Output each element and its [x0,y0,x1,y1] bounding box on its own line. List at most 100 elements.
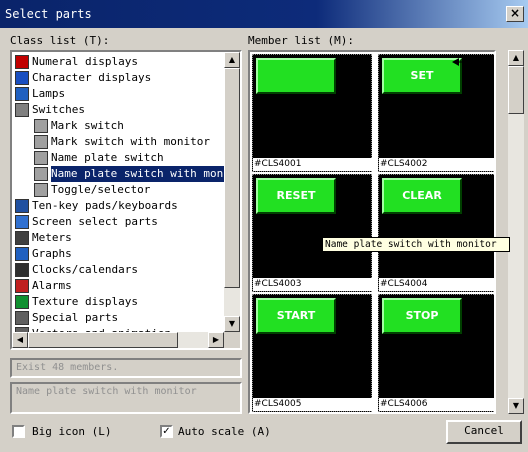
class-list-item[interactable]: Toggle/selector [12,182,222,198]
member-scroll-up-button[interactable]: ▲ [508,50,524,66]
checkmark-icon: ✓ [162,426,171,437]
class-list-item[interactable]: Numeral displays [12,54,222,70]
big-icon-label: Big icon (L) [32,425,112,438]
member-item[interactable]: #CLS4001 [252,54,372,172]
class-list[interactable]: Numeral displays Character displays Lamps S… [10,50,242,350]
nameplate-switch-preview [256,58,336,94]
class-list-item[interactable]: Special parts [12,310,222,326]
class-list-vscroll[interactable]: ▲ ▼ [224,52,240,332]
member-item[interactable]: START #CLS4005 [252,294,372,412]
arrow-right-icon: ▶ [212,335,220,344]
class-list-item[interactable]: Ten-key pads/keyboards [12,198,222,214]
class-list-item-label: Clocks/calendars [32,263,138,276]
class-list-item-label: Toggle/selector [51,183,151,196]
exist-members-field: Exist 48 members. [10,358,242,378]
screen-select-icon [15,215,29,229]
member-list-vscroll[interactable]: ▲ ▼ [508,50,524,414]
class-list-item[interactable]: Switches [12,102,222,118]
class-list-item[interactable]: Graphs [12,246,222,262]
lamp-icon [15,87,29,101]
class-list-item[interactable]: Name plate switch with moni [12,165,224,183]
member-scroll-thumb[interactable] [508,66,524,114]
big-icon-check[interactable] [12,425,25,438]
member-item[interactable]: RESET #CLS4003 [252,174,372,292]
member-list-label: Member list (M): [248,34,354,47]
auto-scale-label: Auto scale (A) [178,425,271,438]
graph-icon [15,247,29,261]
clock-icon [15,263,29,277]
class-tree[interactable]: Numeral displays Character displays Lamps S… [12,52,224,334]
nameplate-switch-preview: RESET [256,178,336,214]
class-list-item-label: Graphs [32,247,72,260]
class-list-item-label: Mark switch [51,119,124,132]
scroll-left-button[interactable]: ◀ [12,332,28,348]
auto-scale-checkbox[interactable]: ✓ Auto scale (A) [160,424,300,440]
class-list-item[interactable]: Texture displays [12,294,222,310]
arrow-up-icon: ▲ [512,53,520,62]
class-list-item[interactable]: Screen select parts [12,214,222,230]
scroll-right-button[interactable]: ▶ [208,332,224,348]
class-list-item-label: Alarms [32,279,72,292]
switch-icon [34,151,48,165]
cancel-button[interactable]: Cancel [446,420,522,444]
class-list-item-label: Mark switch with monitor [51,135,210,148]
arrow-left-icon: ◀ [16,335,24,344]
arrow-up-icon: ▲ [228,55,236,64]
class-list-item[interactable]: Mark switch with monitor [12,134,222,150]
scroll-down-button[interactable]: ▼ [224,316,240,332]
nameplate-switch-preview: START [256,298,336,334]
big-icon-checkbox[interactable]: Big icon (L) [12,424,152,440]
texture-icon [15,295,29,309]
switch-icon [34,167,48,181]
special-parts-icon [15,311,29,325]
switch-icon [34,183,48,197]
class-list-item[interactable]: Alarms [12,278,222,294]
switch-icon [34,119,48,133]
close-button[interactable]: × [506,6,524,22]
class-list-item[interactable]: Mark switch [12,118,222,134]
member-item[interactable]: STOP #CLS4006 [378,294,494,412]
member-id: #CLS4005 [253,398,372,411]
arrow-down-icon: ▼ [512,401,520,410]
title-bar: Select parts × [0,0,528,28]
member-scroll-down-button[interactable]: ▼ [508,398,524,414]
tooltip: Name plate switch with monitor [322,237,510,252]
meter-icon [15,231,29,245]
class-list-hscroll[interactable]: ◀ ▶ [12,332,224,348]
nameplate-switch-preview: SET [382,58,462,94]
class-list-item-label: Numeral displays [32,55,138,68]
auto-scale-check[interactable]: ✓ [160,425,173,438]
member-id: #CLS4002 [379,158,494,171]
member-item[interactable]: CLEAR #CLS4004 [378,174,494,292]
class-list-item[interactable]: Meters [12,230,222,246]
scroll-up-button[interactable]: ▲ [224,52,240,68]
pointer-arrow-icon [452,58,492,66]
class-list-item-label: Lamps [32,87,66,100]
hscroll-thumb[interactable] [28,332,178,348]
member-id: #CLS4001 [253,158,372,171]
character-display-icon [15,71,29,85]
keypad-icon [15,199,29,213]
scroll-thumb[interactable] [224,68,240,288]
alarm-icon [15,279,29,293]
class-list-item[interactable]: Clocks/calendars [12,262,222,278]
class-list-label: Class list (T): [10,34,110,47]
class-list-item[interactable]: Lamps [12,86,222,102]
nameplate-switch-preview: CLEAR [382,178,462,214]
member-id: #CLS4004 [379,278,494,291]
class-list-item[interactable]: Name plate switch [12,150,222,166]
class-list-item-label: Ten-key pads/keyboards [32,199,178,212]
class-list-item-label: Character displays [32,71,152,84]
class-list-item-label: Name plate switch [51,151,164,164]
close-icon: × [509,6,521,20]
arrow-down-icon: ▼ [228,319,236,328]
member-list[interactable]: #CLS4001 SET #CLS4002 RESET #CLS4003 CLEAR #CL… [248,50,496,414]
switch-folder-icon [15,103,29,117]
class-list-item-label: Screen select parts [32,215,158,228]
scroll-corner [224,332,240,348]
numeral-display-icon [15,55,29,69]
description-field: Name plate switch with monitor [10,382,242,414]
member-item[interactable]: SET #CLS4002 [378,54,494,172]
nameplate-switch-preview: STOP [382,298,462,334]
class-list-item[interactable]: Character displays [12,70,222,86]
